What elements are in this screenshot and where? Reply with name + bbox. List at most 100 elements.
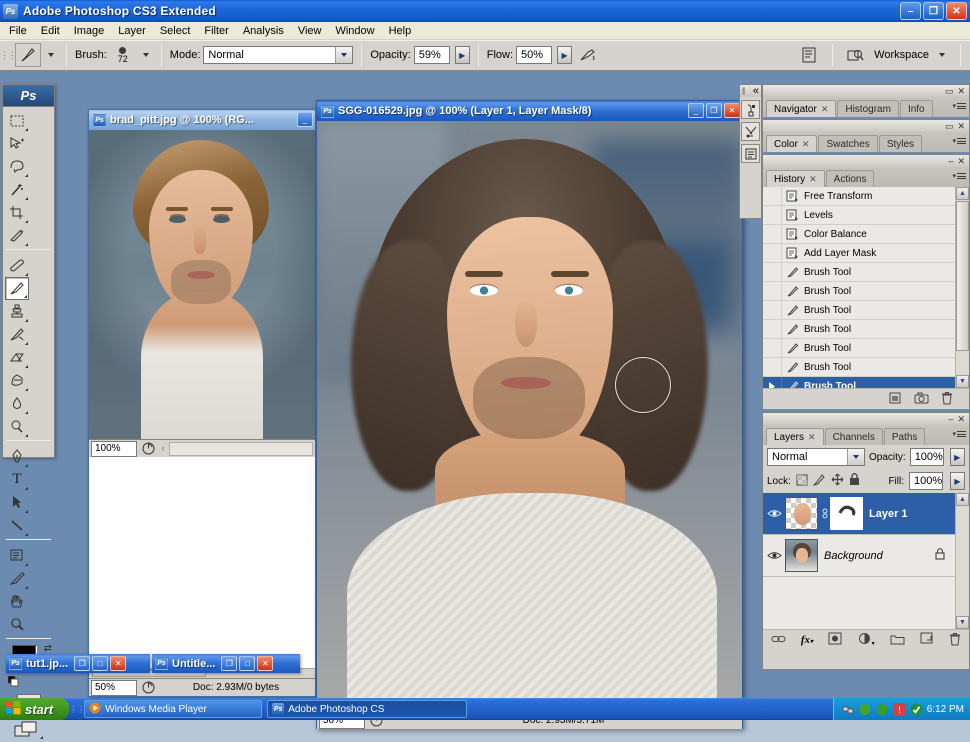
tool-history-brush[interactable] [5,323,29,346]
document-info-icon-lower[interactable] [139,681,157,694]
document-maximize-button[interactable]: ❐ [706,103,722,118]
layer-thumbnail[interactable] [785,497,818,530]
layer-mask-link-icon[interactable] [820,508,830,520]
tool-crop[interactable] [5,201,29,224]
tool-notes[interactable] [5,544,29,567]
tab-actions[interactable]: Actions [825,170,875,187]
lock-image-pixels-icon[interactable] [812,473,826,489]
minimize-panel-icon[interactable]: ▭ [945,86,954,97]
tab-channels[interactable]: Channels [824,428,883,445]
tool-hand[interactable] [5,590,29,613]
tab-styles[interactable]: Styles [878,135,923,152]
close-panel-icon[interactable]: ✕ [957,156,965,167]
layer-thumbnail[interactable] [785,539,818,572]
options-bar-grip[interactable]: ⋮⋮ [0,44,17,66]
link-layers-icon[interactable] [771,633,786,648]
document-close-button[interactable]: ✕ [257,656,274,671]
tool-path-selection[interactable] [5,491,29,514]
history-item[interactable]: Brush Tool [763,358,955,377]
history-snapshot-checkbox[interactable] [763,244,782,262]
layer-name[interactable]: Layer 1 [865,508,955,520]
history-snapshot-checkbox[interactable] [763,206,782,224]
history-snapshot-checkbox[interactable] [763,301,782,319]
close-panel-icon[interactable]: ✕ [957,414,965,425]
color-panel-menu-icon[interactable]: ▾ [952,137,966,145]
document-close-button[interactable]: ✕ [724,103,740,118]
history-item[interactable]: Levels [763,206,955,225]
shield-icon[interactable] [859,703,872,716]
swap-colors-icon[interactable]: ⇄ [44,643,52,654]
minimized-document-tut1[interactable]: Ps tut1.jp... ❐ □ ✕ [6,654,150,673]
zoom-level-input[interactable]: 100% [91,440,137,457]
palettes-icon[interactable] [797,47,821,63]
close-icon[interactable]: ✕ [808,432,816,443]
history-item[interactable]: Brush Tool [763,339,955,358]
layer-mask-thumbnail[interactable] [830,497,863,530]
tool-blur[interactable] [5,392,29,415]
tab-layers[interactable]: Layers ✕ [766,428,824,445]
history-item[interactable]: Brush Tool [763,301,955,320]
menu-item-file[interactable]: File [2,24,34,38]
history-item-current[interactable]: Brush Tool [763,377,955,388]
history-snapshot-checkbox[interactable] [763,339,782,357]
volume-icon[interactable] [876,703,889,716]
document-canvas-sgg[interactable] [317,121,742,711]
opacity-input[interactable]: 59% [413,46,450,64]
menu-item-help[interactable]: Help [382,24,419,38]
document-close-button[interactable]: ✕ [110,656,127,671]
tab-swatches[interactable]: Swatches [818,135,878,152]
tab-color[interactable]: Color ✕ [766,135,818,152]
minimize-panel-icon[interactable]: – [948,156,953,166]
document-maximize-button[interactable]: □ [92,656,109,671]
tool-magic-wand[interactable] [5,178,29,201]
history-current-state-marker[interactable] [763,377,782,388]
close-button[interactable]: ✕ [946,2,967,20]
flow-input[interactable]: 50% [516,46,553,64]
create-document-from-state-icon[interactable] [888,391,902,408]
tool-type[interactable]: T [5,468,29,491]
layers-panel-menu-icon[interactable]: ▾ [952,430,966,438]
document-title-bar[interactable]: Ps brad_pitt.jpg @ 100% (RG... _ [89,110,315,130]
create-new-snapshot-icon[interactable] [914,391,929,408]
screen-mode-button[interactable] [14,721,44,739]
chevron-down-icon[interactable] [847,449,864,465]
document-window-brad-pitt[interactable]: Ps brad_pitt.jpg @ 100% (RG... _ 100% ‹ … [88,109,316,697]
navigator-panel-menu-icon[interactable]: ▾ [952,102,966,110]
go-to-bridge-icon[interactable] [844,47,868,63]
minimize-button[interactable]: – [900,2,921,20]
menu-item-filter[interactable]: Filter [197,24,235,38]
lock-all-icon[interactable] [849,473,860,489]
tool-gradient[interactable] [5,369,29,392]
close-icon[interactable]: ✕ [809,174,817,185]
taskbar-clock[interactable]: 6:12 PM [927,704,964,715]
history-panel-menu-icon[interactable]: ▾ [952,172,966,180]
menu-item-analysis[interactable]: Analysis [236,24,291,38]
close-icon[interactable]: ✕ [802,139,810,150]
new-layer-icon[interactable] [920,632,934,648]
document-window-sgg[interactable]: Ps SGG-016529.jpg @ 100% (Layer 1, Layer… [316,100,743,729]
delete-state-icon[interactable] [941,391,953,408]
document-minimize-button[interactable]: _ [688,103,704,118]
document-title-bar-active[interactable]: Ps SGG-016529.jpg @ 100% (Layer 1, Layer… [317,101,742,121]
tab-histogram[interactable]: Histogram [837,100,899,117]
flow-slider-arrow[interactable]: ▶ [557,46,573,64]
scrollbar-thumb[interactable] [956,201,969,351]
document-maximize-button[interactable]: □ [239,656,256,671]
document-canvas-brad-pitt[interactable] [89,130,315,439]
brush-picker-arrow[interactable] [139,53,153,57]
brush-preview[interactable]: 72 [110,47,136,64]
updates-icon[interactable]: ! [892,702,906,716]
scroll-down-icon[interactable]: ▼ [956,375,969,388]
chevron-down-icon[interactable] [335,47,353,63]
layers-scrollbar[interactable]: ▲ ▼ [955,493,969,629]
history-snapshot-checkbox[interactable] [763,282,782,300]
history-snapshot-checkbox[interactable] [763,320,782,338]
tool-rectangular-marquee[interactable] [5,109,29,132]
start-button[interactable]: start [0,698,70,720]
layer-list[interactable]: Layer 1 Background ▲ ▼ [763,493,969,629]
tool-move[interactable] [5,132,29,155]
layer-row-background[interactable]: Background [763,535,955,577]
history-item[interactable]: Brush Tool [763,282,955,301]
lock-position-icon[interactable] [831,473,844,489]
menu-item-edit[interactable]: Edit [34,24,67,38]
